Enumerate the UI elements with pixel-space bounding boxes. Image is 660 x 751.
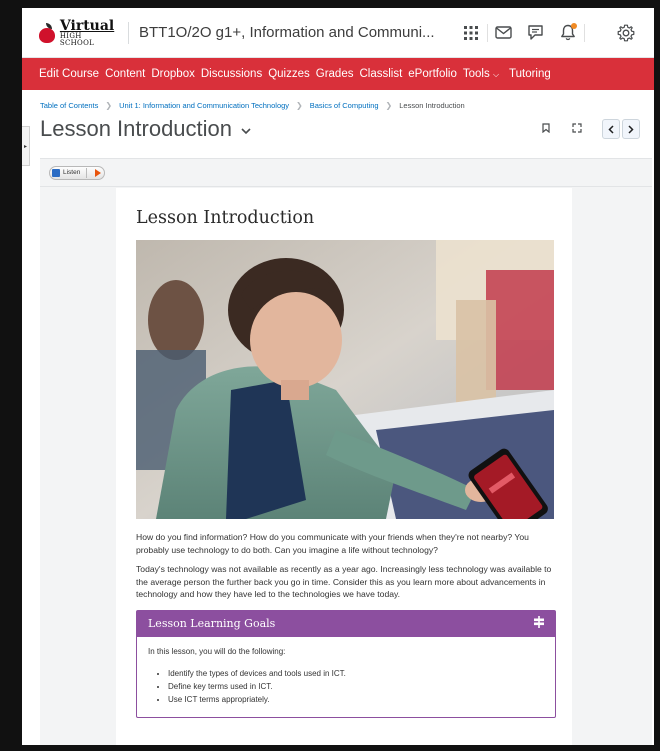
- gear-icon[interactable]: [612, 19, 640, 47]
- breadcrumb-toc[interactable]: Table of Contents: [40, 101, 98, 110]
- chevron-down-icon[interactable]: [241, 122, 251, 140]
- course-title[interactable]: BTT1O/2O g1+, Information and Communi...: [139, 24, 435, 41]
- title-row: Lesson Introduction: [22, 110, 654, 144]
- side-panel-toggle[interactable]: ▸: [22, 126, 30, 166]
- top-header: Virtual HIGH SCHOOL BTT1O/2O g1+, Inform…: [22, 8, 654, 58]
- list-item: Identify the types of devices and tools …: [168, 668, 545, 679]
- chevron-right-icon: ❯: [105, 101, 113, 110]
- notification-dot: [570, 22, 577, 29]
- intro-paragraph-2: Today's technology was not available as …: [136, 564, 552, 600]
- mail-icon[interactable]: [488, 18, 520, 48]
- play-icon[interactable]: [95, 168, 102, 177]
- caret-right-icon: ▸: [23, 143, 27, 150]
- nav-edit-course[interactable]: Edit Course: [39, 68, 104, 80]
- chevron-left-icon: [608, 124, 614, 134]
- fullscreen-icon[interactable]: [572, 120, 582, 138]
- chevron-right-icon: ❯: [385, 101, 393, 110]
- app-window: Virtual HIGH SCHOOL BTT1O/2O g1+, Inform…: [22, 8, 654, 745]
- learning-goals-intro: In this lesson, you will do the followin…: [148, 646, 286, 656]
- chevron-down-icon: ⌵: [492, 70, 500, 79]
- breadcrumb-current: Lesson Introduction: [399, 101, 465, 110]
- breadcrumb-unit[interactable]: Unit 1: Information and Communication Te…: [119, 101, 289, 110]
- apps-grid-icon[interactable]: [455, 18, 487, 48]
- nav-tools[interactable]: Tools ⌵: [463, 68, 504, 80]
- header-divider: [128, 21, 129, 44]
- listen-label: Listen: [63, 169, 81, 176]
- nav-content[interactable]: Content: [105, 68, 150, 80]
- lesson-page: Lesson Introduction How do you find info…: [116, 188, 572, 745]
- nav-discussions[interactable]: Discussions: [201, 68, 267, 80]
- course-navbar: Edit Course Content Dropbox Discussions …: [22, 58, 654, 90]
- lesson-hero-image: [136, 240, 554, 519]
- intro-paragraph-1: How do you find information? How do you …: [136, 532, 529, 555]
- bookmark-icon[interactable]: [542, 120, 550, 138]
- school-logo[interactable]: Virtual HIGH SCHOOL: [38, 19, 118, 47]
- breadcrumb: Table of Contents ❯ Unit 1: Information …: [22, 90, 654, 110]
- learning-goals-list: Identify the types of devices and tools …: [148, 668, 545, 705]
- nav-tutoring[interactable]: Tutoring: [509, 68, 556, 80]
- logo-line2: HIGH SCHOOL: [59, 31, 95, 47]
- nav-grades[interactable]: Grades: [316, 68, 359, 80]
- nav-classlist[interactable]: Classlist: [359, 68, 407, 80]
- previous-topic-button[interactable]: [602, 119, 620, 139]
- listen-button[interactable]: Listen: [49, 165, 106, 180]
- content-viewer: Listen Lesson Introduction How do you fi…: [40, 158, 652, 745]
- page-title[interactable]: Lesson Introduction: [40, 116, 232, 142]
- chevron-right-icon: ❯: [296, 101, 303, 110]
- chat-icon[interactable]: [520, 18, 552, 48]
- next-topic-button[interactable]: [622, 119, 640, 139]
- list-item: Use ICT terms appropriately.: [168, 694, 545, 705]
- learning-goals-title: Lesson Learning Goals: [148, 617, 276, 631]
- listen-toolbar: Listen: [40, 159, 652, 187]
- nav-eportfolio[interactable]: ePortfolio: [408, 68, 462, 80]
- bell-icon[interactable]: [552, 18, 584, 48]
- speaker-icon: [52, 168, 60, 177]
- nav-tools-label: Tools: [462, 68, 490, 80]
- lesson-heading: Lesson Introduction: [136, 208, 315, 228]
- logo-line1: Virtual: [59, 17, 115, 34]
- nav-dropbox[interactable]: Dropbox: [151, 68, 199, 80]
- nav-quizzes[interactable]: Quizzes: [268, 68, 315, 80]
- chevron-right-icon: [628, 124, 634, 134]
- signpost-icon: [533, 615, 545, 633]
- learning-goals-header: Lesson Learning Goals: [137, 610, 555, 637]
- learning-goals-box: Lesson Learning Goals In this lesson, yo…: [136, 609, 556, 718]
- apple-logo-icon: [38, 22, 56, 43]
- breadcrumb-module[interactable]: Basics of Computing: [310, 101, 379, 110]
- list-item: Define key terms used in ICT.: [168, 681, 545, 692]
